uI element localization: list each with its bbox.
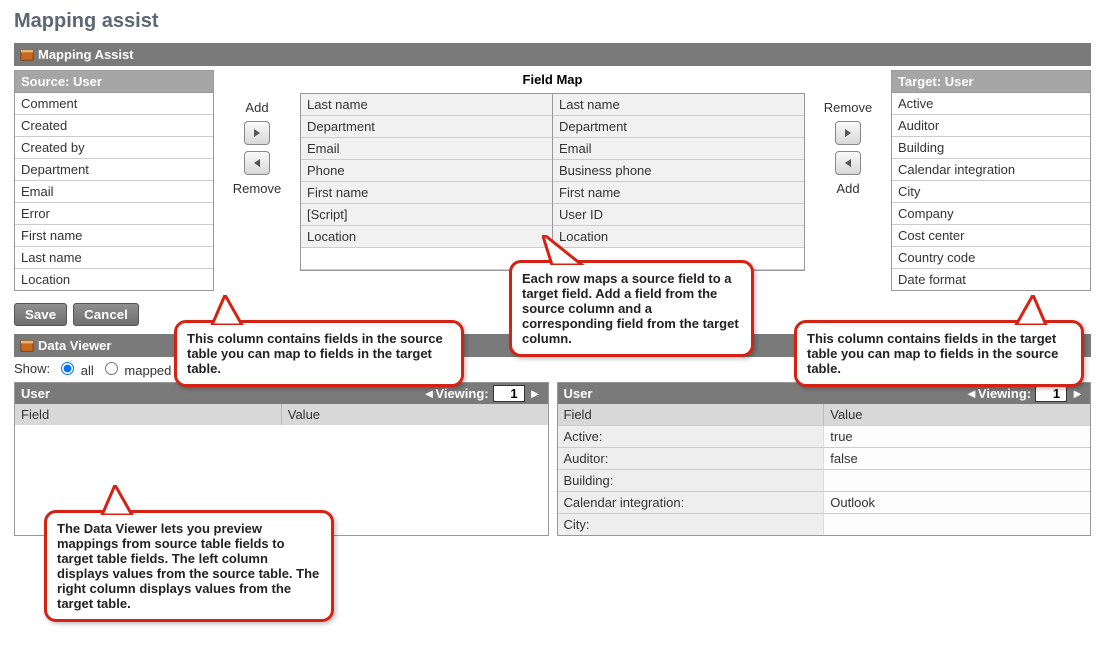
add-label-right: Add [836, 181, 859, 196]
list-item[interactable]: Comment [15, 93, 213, 115]
list-item[interactable]: Country code [892, 247, 1090, 269]
viewer-target-page[interactable]: 1 [1035, 385, 1067, 402]
viewer-target-body: Active:trueAuditor:falseBuilding:Calenda… [558, 425, 1091, 535]
list-item[interactable]: Building [892, 137, 1090, 159]
list-item[interactable]: Calendar integration [892, 159, 1090, 181]
target-column: Target: User ActiveAuditorBuildingCalend… [891, 70, 1091, 291]
show-mapped-option[interactable]: mapped [100, 359, 172, 378]
list-item[interactable]: Date format [892, 269, 1090, 290]
table-icon [20, 339, 34, 353]
list-item[interactable]: Created by [15, 137, 213, 159]
map-row[interactable]: User ID [553, 204, 804, 226]
list-item[interactable]: City [892, 181, 1090, 203]
table-icon [20, 48, 34, 62]
viewer-col-field: Field [15, 404, 282, 425]
table-row: Building: [558, 469, 1091, 491]
map-row[interactable]: Email [553, 138, 804, 160]
callout-viewer: The Data Viewer lets you preview mapping… [44, 510, 334, 622]
map-row[interactable]: Department [301, 116, 552, 138]
map-row[interactable]: [Script] [301, 204, 552, 226]
table-row: Active:true [558, 425, 1091, 447]
table-row: Calendar integration:Outlook [558, 491, 1091, 513]
viewer-col-field: Field [558, 404, 825, 425]
source-header: Source: User [14, 70, 214, 93]
target-add-remove-controls: Remove Add [813, 70, 883, 196]
viewer-col-value: Value [824, 404, 1090, 425]
list-item[interactable]: Company [892, 203, 1090, 225]
list-item[interactable]: Active [892, 93, 1090, 115]
source-column: Source: User CommentCreatedCreated byDep… [14, 70, 214, 291]
map-row[interactable]: Business phone [553, 160, 804, 182]
map-row[interactable]: First name [553, 182, 804, 204]
map-row[interactable]: First name [301, 182, 552, 204]
viewer-next-icon[interactable]: ► [1071, 386, 1084, 401]
show-label: Show: [14, 361, 50, 376]
map-row[interactable]: Department [553, 116, 804, 138]
callout-map: Each row maps a source field to a target… [509, 260, 754, 357]
mapping-assist-header-label: Mapping Assist [38, 47, 134, 62]
list-item[interactable]: Cost center [892, 225, 1090, 247]
viewing-label: ◄Viewing: [965, 386, 1031, 401]
callout-source: This column contains fields in the sourc… [174, 320, 464, 387]
viewing-label: ◄Viewing: [423, 386, 489, 401]
source-field-list[interactable]: CommentCreatedCreated byDepartmentEmailE… [14, 93, 214, 291]
table-row: City: [558, 513, 1091, 535]
show-all-option[interactable]: all [56, 359, 94, 378]
cancel-button[interactable]: Cancel [73, 303, 139, 326]
add-source-button[interactable] [244, 121, 270, 145]
add-label: Add [245, 100, 268, 115]
map-row[interactable]: Last name [553, 94, 804, 116]
map-row[interactable]: Last name [301, 94, 552, 116]
page-title: Mapping assist [14, 10, 1091, 33]
target-field-list[interactable]: ActiveAuditorBuildingCalendar integratio… [891, 93, 1091, 291]
viewer-next-icon[interactable]: ► [529, 386, 542, 401]
map-row[interactable]: Phone [301, 160, 552, 182]
target-header: Target: User [891, 70, 1091, 93]
page-wrapper: Mapping assist Mapping Assist Source: Us… [14, 10, 1091, 536]
remove-target-button[interactable] [835, 121, 861, 145]
list-item[interactable]: Auditor [892, 115, 1090, 137]
viewer-source-page[interactable]: 1 [493, 385, 525, 402]
viewer-col-value: Value [282, 404, 548, 425]
viewer-source-title: User [21, 386, 50, 401]
remove-source-button[interactable] [244, 151, 270, 175]
map-row[interactable]: Location [301, 226, 552, 248]
list-item[interactable]: Error [15, 203, 213, 225]
save-button[interactable]: Save [14, 303, 67, 326]
data-viewer-header-label: Data Viewer [38, 338, 111, 353]
add-target-button[interactable] [835, 151, 861, 175]
remove-label: Remove [233, 181, 281, 196]
source-add-remove-controls: Add Remove [222, 70, 292, 196]
field-map-source-side: Last nameDepartmentEmailPhoneFirst name[… [301, 94, 552, 270]
list-item[interactable]: Created [15, 115, 213, 137]
viewer-target-title: User [564, 386, 593, 401]
viewer-table-target: User ◄Viewing: 1 ► Field Value Active:tr… [557, 382, 1092, 536]
list-item[interactable]: Department [15, 159, 213, 181]
list-item[interactable]: Email [15, 181, 213, 203]
list-item[interactable]: First name [15, 225, 213, 247]
callout-target: This column contains fields in the targe… [794, 320, 1084, 387]
mapping-assist-header: Mapping Assist [14, 43, 1091, 66]
map-row[interactable]: Email [301, 138, 552, 160]
list-item[interactable]: Location [15, 269, 213, 290]
field-map-title: Field Map [300, 70, 805, 93]
table-row: Auditor:false [558, 447, 1091, 469]
list-item[interactable]: Last name [15, 247, 213, 269]
remove-label-right: Remove [824, 100, 872, 115]
